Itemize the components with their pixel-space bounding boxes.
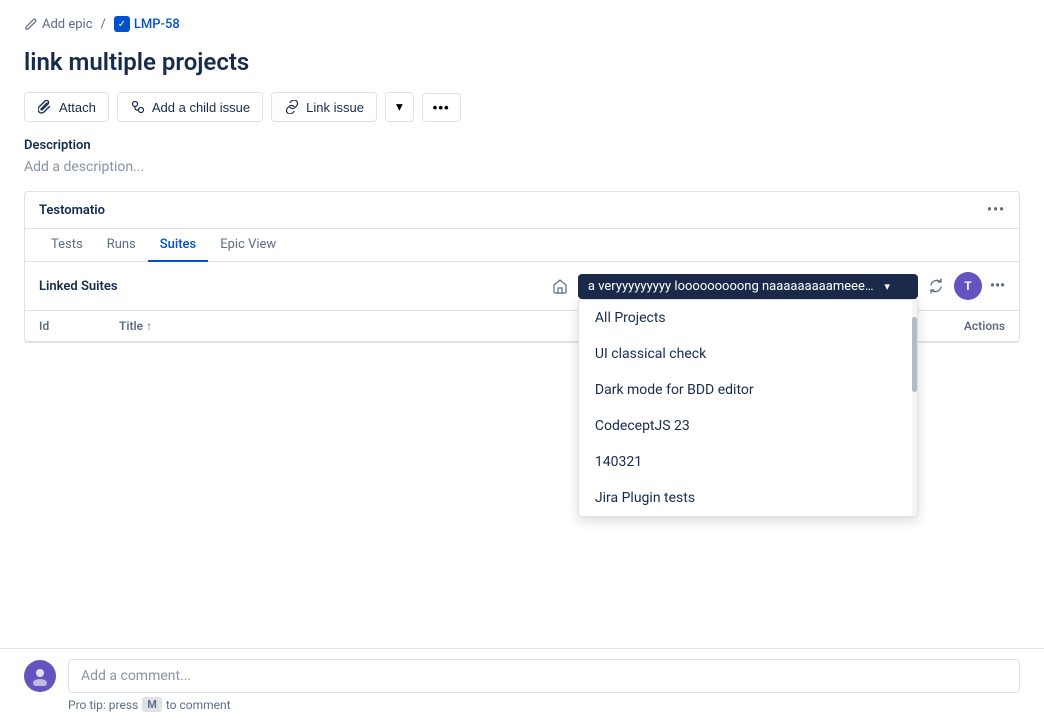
pro-tip: Pro tip: press M to comment — [24, 697, 1020, 712]
testomatio-tabs: Tests Runs Suites Epic View — [25, 229, 1019, 262]
description-section: Description Add a description... — [0, 138, 1044, 191]
tab-epic-view[interactable]: Epic View — [208, 229, 288, 262]
comment-row: Add a comment... — [24, 659, 1020, 693]
pro-tip-key: M — [142, 697, 162, 712]
attach-button[interactable]: Attach — [24, 92, 109, 122]
project-select-button[interactable]: a veryyyyyyyyy looooooooong naaaaaaaaame… — [578, 274, 918, 299]
scrollbar-track — [912, 300, 917, 516]
project-dropdown-container: a veryyyyyyyyy looooooooong naaaaaaaaame… — [578, 274, 918, 299]
description-input[interactable]: Add a description... — [24, 159, 1020, 175]
link-icon — [284, 99, 300, 115]
dropdown-item-codeceptjs[interactable]: CodeceptJS 23 — [579, 408, 917, 444]
breadcrumb: Add epic / ✓ LMP-58 — [0, 0, 1044, 40]
avatar-icon — [30, 666, 50, 686]
toolbar-more-button[interactable]: ••• — [422, 93, 461, 122]
scrollbar-thumb — [912, 317, 917, 393]
tab-suites[interactable]: Suites — [148, 229, 208, 262]
toolbar-dropdown-button[interactable]: ▾ — [385, 92, 414, 122]
project-dropdown-menu: All Projects UI classical check Dark mod… — [578, 299, 918, 517]
dropdown-item-all-projects[interactable]: All Projects — [579, 300, 917, 336]
testomatio-header: Testomatio ••• — [25, 192, 1019, 229]
home-icon[interactable] — [550, 276, 570, 296]
dropdown-item-dark-mode[interactable]: Dark mode for BDD editor — [579, 372, 917, 408]
link-issue-button[interactable]: Link issue — [271, 92, 377, 122]
col-id-header: Id — [39, 319, 119, 333]
linked-suites-controls: a veryyyyyyyyy looooooooong naaaaaaaaame… — [550, 272, 1005, 300]
suites-more-button[interactable]: ••• — [990, 278, 1005, 294]
issue-badge: ✓ — [114, 16, 130, 32]
paperclip-icon — [37, 99, 53, 115]
project-select-text: a veryyyyyyyyy looooooooong naaaaaaaaame… — [588, 279, 874, 294]
testomatio-more-button[interactable]: ••• — [987, 202, 1005, 218]
child-issue-icon — [130, 99, 146, 115]
tab-tests[interactable]: Tests — [39, 229, 95, 262]
description-title: Description — [24, 138, 1020, 153]
dropdown-arrow-icon: ▾ — [884, 280, 890, 293]
dropdown-item-140321[interactable]: 140321 — [579, 444, 917, 480]
breadcrumb-separator: / — [101, 17, 106, 32]
dropdown-item-ui-classical[interactable]: UI classical check — [579, 336, 917, 372]
user-avatar[interactable]: T — [954, 272, 982, 300]
tab-runs[interactable]: Runs — [95, 229, 148, 262]
linked-suites-row: Linked Suites a veryyyyyyyyy looooooooon… — [25, 262, 1019, 311]
comment-section: Add a comment... Pro tip: press M to com… — [0, 648, 1044, 720]
comment-input[interactable]: Add a comment... — [68, 659, 1020, 693]
dropdown-item-jira-plugin[interactable]: Jira Plugin tests — [579, 480, 917, 516]
pencil-icon — [24, 17, 38, 31]
comment-avatar — [24, 660, 56, 692]
page-title: link multiple projects — [0, 40, 1044, 92]
col-actions-header: Actions — [905, 319, 1005, 333]
add-child-issue-button[interactable]: Add a child issue — [117, 92, 263, 122]
toolbar: Attach Add a child issue Link issue — [0, 92, 1044, 138]
testomatio-title: Testomatio — [39, 203, 105, 218]
testomatio-block: Testomatio ••• Tests Runs Suites Epic Vi… — [24, 191, 1020, 343]
breadcrumb-issue-link[interactable]: ✓ LMP-58 — [114, 16, 180, 32]
linked-suites-title: Linked Suites — [39, 279, 118, 294]
breadcrumb-add-epic[interactable]: Add epic — [24, 17, 93, 32]
sync-icon[interactable] — [926, 276, 946, 296]
